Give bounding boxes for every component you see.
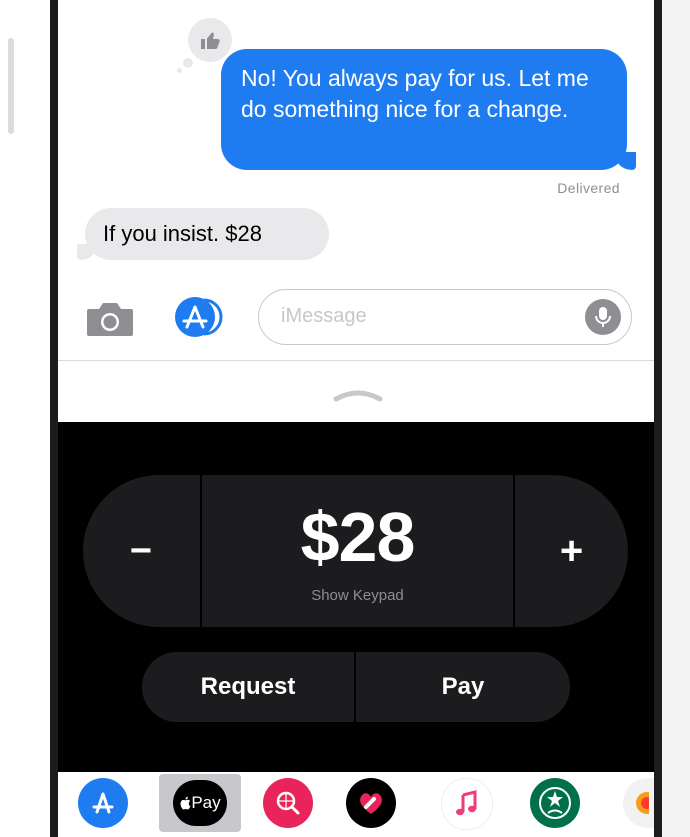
payment-actions: Request Pay <box>142 652 570 722</box>
partial-app-icon[interactable] <box>623 778 654 828</box>
partial-app-glyph <box>635 792 649 814</box>
decrease-amount-button[interactable]: − <box>83 475 199 627</box>
apple-logo-icon <box>180 796 191 810</box>
request-button[interactable]: Request <box>142 652 354 722</box>
apple-pay-badge: Pay <box>173 780 227 826</box>
imessage-input[interactable]: iMessage <box>258 289 632 345</box>
request-label: Request <box>200 673 296 700</box>
delivery-status: Delivered <box>557 180 620 196</box>
expand-chevron-icon[interactable] <box>328 385 388 405</box>
imessage-placeholder: iMessage <box>281 305 367 327</box>
tapback-reaction[interactable] <box>188 18 232 62</box>
phone-bezel-left <box>50 0 58 837</box>
camera-icon[interactable] <box>85 300 135 338</box>
apple-pay-label: Pay <box>191 793 221 812</box>
apple-pay-app-tile[interactable]: Pay <box>159 774 241 832</box>
increase-amount-button[interactable]: + <box>515 475 628 627</box>
search-globe-glyph <box>276 791 300 815</box>
phone-side-button <box>8 38 14 134</box>
outgoing-message-bubble[interactable]: No! You always pay for us. Let me do som… <box>221 49 627 170</box>
amount-display[interactable]: $28 Show Keypad <box>202 475 513 627</box>
show-keypad-link[interactable]: Show Keypad <box>202 587 513 604</box>
tapback-tail <box>183 58 193 68</box>
payment-amount: $28 <box>300 498 416 576</box>
pay-label: Pay <box>441 673 485 700</box>
amount-stepper: − $28 Show Keypad + <box>83 475 628 627</box>
microphone-glyph <box>595 307 611 327</box>
heart-glyph <box>360 793 382 814</box>
incoming-message-bubble[interactable]: If you insist. $28 <box>85 208 329 260</box>
app-store-glyph <box>92 792 114 814</box>
apple-pay-panel: − $28 Show Keypad + Request Pay <box>58 422 654 772</box>
messages-screen: No! You always pay for us. Let me do som… <box>58 0 654 837</box>
phone-frame-right <box>662 0 690 837</box>
minus-label: − <box>129 529 153 572</box>
phone-bezel-right <box>654 0 662 837</box>
app-store-icon[interactable] <box>78 778 128 828</box>
web-search-icon[interactable] <box>263 778 313 828</box>
music-icon[interactable] <box>441 778 493 830</box>
drawer-divider <box>58 360 654 361</box>
outgoing-message-text: No! You always pay for us. Let me do som… <box>241 65 589 122</box>
music-note-glyph <box>456 790 477 816</box>
tapback-tail-dot <box>177 68 182 73</box>
incoming-message-text: If you insist. $28 <box>103 221 262 246</box>
thumbs-up-icon <box>201 32 220 49</box>
digital-touch-icon[interactable] <box>346 778 396 828</box>
pay-button[interactable]: Pay <box>356 652 570 722</box>
app-drawer: Pay <box>58 772 654 837</box>
plus-label: + <box>559 528 584 573</box>
starbucks-logo-glyph <box>539 787 571 819</box>
microphone-icon[interactable] <box>585 299 621 335</box>
app-store-icon[interactable] <box>171 296 229 338</box>
starbucks-icon[interactable] <box>530 778 580 828</box>
